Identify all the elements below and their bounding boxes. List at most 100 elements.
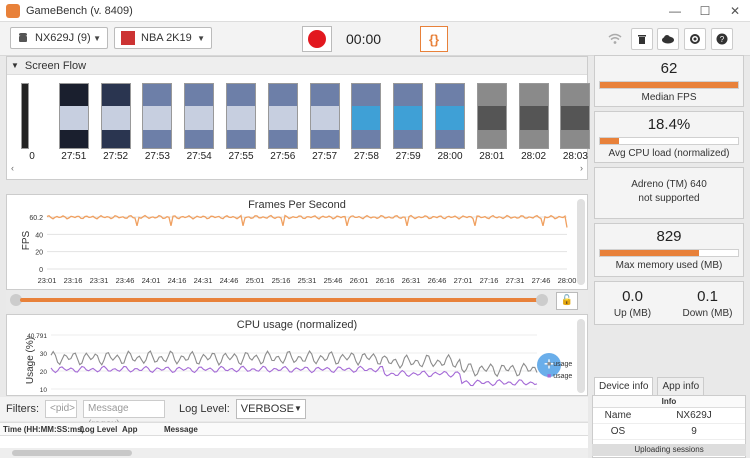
maximize-button[interactable]: ☐ (690, 4, 720, 18)
screen-thumbnail[interactable] (393, 83, 424, 149)
fps-x-tick: 25:31 (298, 276, 317, 285)
screen-thumbnail[interactable] (518, 83, 549, 149)
fps-x-tick: 23:31 (90, 276, 109, 285)
wifi-icon[interactable] (604, 28, 626, 50)
android-icon (19, 33, 27, 42)
thumbnail-content (352, 106, 381, 130)
cpu-chart: 40.791 30 20 10 (27, 333, 538, 394)
device-dropdown[interactable]: NX629J (9) ▼ (10, 27, 108, 49)
tab-device-info[interactable]: Device info (594, 377, 654, 395)
screen-thumbnail[interactable] (184, 83, 215, 149)
frame-timestamp: 27:57 (312, 151, 338, 162)
thumbnail-content (519, 106, 548, 130)
frame-timestamp: 28:03 (562, 151, 588, 162)
toolbar: NX629J (9) ▼ NBA 2K19 ▼ 00:00 {} ? (0, 22, 750, 56)
screen-thumbnail[interactable] (100, 83, 131, 149)
cloud-upload-icon[interactable] (657, 28, 679, 50)
col-message[interactable]: Message (164, 425, 198, 434)
screen-thumbnail[interactable] (58, 83, 89, 149)
message-filter-input[interactable]: Message (regex) (83, 400, 165, 430)
slider-track[interactable] (20, 298, 540, 302)
time-range-slider[interactable]: 🔓 (6, 290, 588, 312)
thumbnail-content (477, 106, 506, 130)
minimize-button[interactable]: — (660, 4, 690, 18)
log-level-select[interactable]: VERBOSE ▼ (235, 399, 306, 419)
cpu-y-tick: 20 (40, 369, 48, 376)
lock-button[interactable]: 🔓 (556, 292, 578, 310)
close-button[interactable]: ✕ (720, 4, 750, 18)
tab-app-info[interactable]: App info (657, 377, 705, 395)
thumbnail-content (59, 106, 88, 130)
screen-thumbnail[interactable] (435, 83, 465, 149)
record-button[interactable] (302, 26, 332, 52)
max-memory-label: Max memory used (MB) (615, 260, 723, 271)
markers-button[interactable]: {} (420, 26, 448, 52)
thumbnail-content (227, 106, 255, 130)
gpu-card: Adreno (TM) 640 not supported (594, 167, 744, 219)
avg-cpu-bar-fill (600, 138, 620, 144)
screen-flow-scrollbar[interactable]: ‹ › (11, 163, 583, 175)
thumbnail-content (436, 106, 464, 130)
max-memory-value: 829 (656, 228, 682, 245)
info-key: OS (610, 426, 626, 437)
chevron-down-icon: ▼ (197, 33, 205, 43)
log-row[interactable] (0, 436, 588, 448)
fps-x-tick: 27:16 (480, 276, 499, 285)
fps-x-tick: 26:01 (350, 276, 369, 285)
fps-y-tick: 60.2 (29, 215, 43, 222)
fps-x-tick: 26:46 (428, 276, 447, 285)
fps-x-tick: 23:01 (38, 276, 57, 285)
slider-end-handle[interactable] (536, 294, 548, 306)
fps-x-tick: 27:01 (454, 276, 473, 285)
table-row: OS 9 (593, 424, 745, 440)
info-value: 9 (691, 426, 697, 437)
col-time[interactable]: Time (HH:MM:SS:ms) (3, 425, 84, 434)
collapse-triangle-icon[interactable]: ▼ (11, 61, 19, 70)
frame-timestamp: 28:02 (521, 151, 547, 162)
cpu-vertical-scrollbar[interactable] (577, 319, 585, 393)
max-memory-card: 829 Max memory used (MB) (594, 223, 744, 277)
fps-chart: 60.2 40 20 0 23:01 23:16 23:31 23:46 24:01 24:16 2… (29, 214, 576, 285)
screen-thumbnail[interactable] (309, 83, 340, 149)
median-fps-bar (599, 81, 739, 89)
fps-y-tick: 20 (35, 250, 43, 257)
screen-thumbnail[interactable] (267, 83, 298, 149)
col-app[interactable]: App (122, 425, 138, 434)
upload-status: Uploading sessions (592, 444, 746, 456)
log-horizontal-scrollbar[interactable] (0, 448, 588, 458)
screen-thumbnail[interactable] (560, 83, 591, 149)
screen-thumbnail[interactable] (21, 83, 29, 149)
frame-timestamp: 27:51 (61, 151, 87, 162)
gpu-status: not supported (638, 193, 700, 204)
screen-thumbnail[interactable] (226, 83, 256, 149)
trash-icon[interactable] (631, 28, 653, 50)
cpu-chart-panel: CPU usage (normalized) Usage (%) 40.791 3… (6, 314, 588, 396)
info-tabs: Device info App info (590, 375, 750, 395)
screen-flow-frames: 0 27:51 27:52 27:53 27:54 27:55 27:56 27:57 27:5… (11, 83, 591, 167)
log-filters: Filters: <pid> Message (regex) Log Level… (0, 397, 588, 430)
info-value: NX629J (676, 410, 712, 421)
scroll-left-icon[interactable]: ‹ (11, 163, 14, 173)
thumbnail-content (268, 106, 297, 130)
pid-filter-input[interactable]: <pid> (45, 400, 77, 418)
gamebench-logo-icon (6, 3, 20, 18)
screen-flow-title: Screen Flow (24, 59, 87, 72)
scroll-right-icon[interactable]: › (580, 163, 583, 173)
screen-flow-header[interactable]: ▼ Screen Flow (7, 57, 587, 75)
screen-thumbnail[interactable] (351, 83, 382, 149)
fps-chart-panel: Frames Per Second FPS 60.2 40 20 0 23:01 23:1… (6, 194, 588, 290)
cpu-legend: ■ usage ■ usage (547, 361, 573, 380)
log-level-label: Log Level: (179, 403, 230, 415)
fps-vertical-scrollbar[interactable] (577, 199, 585, 285)
help-icon[interactable]: ? (711, 28, 733, 50)
screen-thumbnail[interactable] (476, 83, 507, 149)
settings-icon[interactable] (684, 28, 706, 50)
scrollbar-thumb[interactable] (12, 450, 132, 456)
frame-timestamp: 27:58 (353, 151, 379, 162)
screen-thumbnail[interactable] (142, 83, 173, 149)
frame-timestamp: 27:54 (186, 151, 212, 162)
col-log-level[interactable]: Log Level (80, 425, 117, 434)
log-level-value: VERBOSE (240, 403, 294, 415)
app-dropdown[interactable]: NBA 2K19 ▼ (114, 27, 212, 49)
fps-x-tick: 24:31 (194, 276, 213, 285)
